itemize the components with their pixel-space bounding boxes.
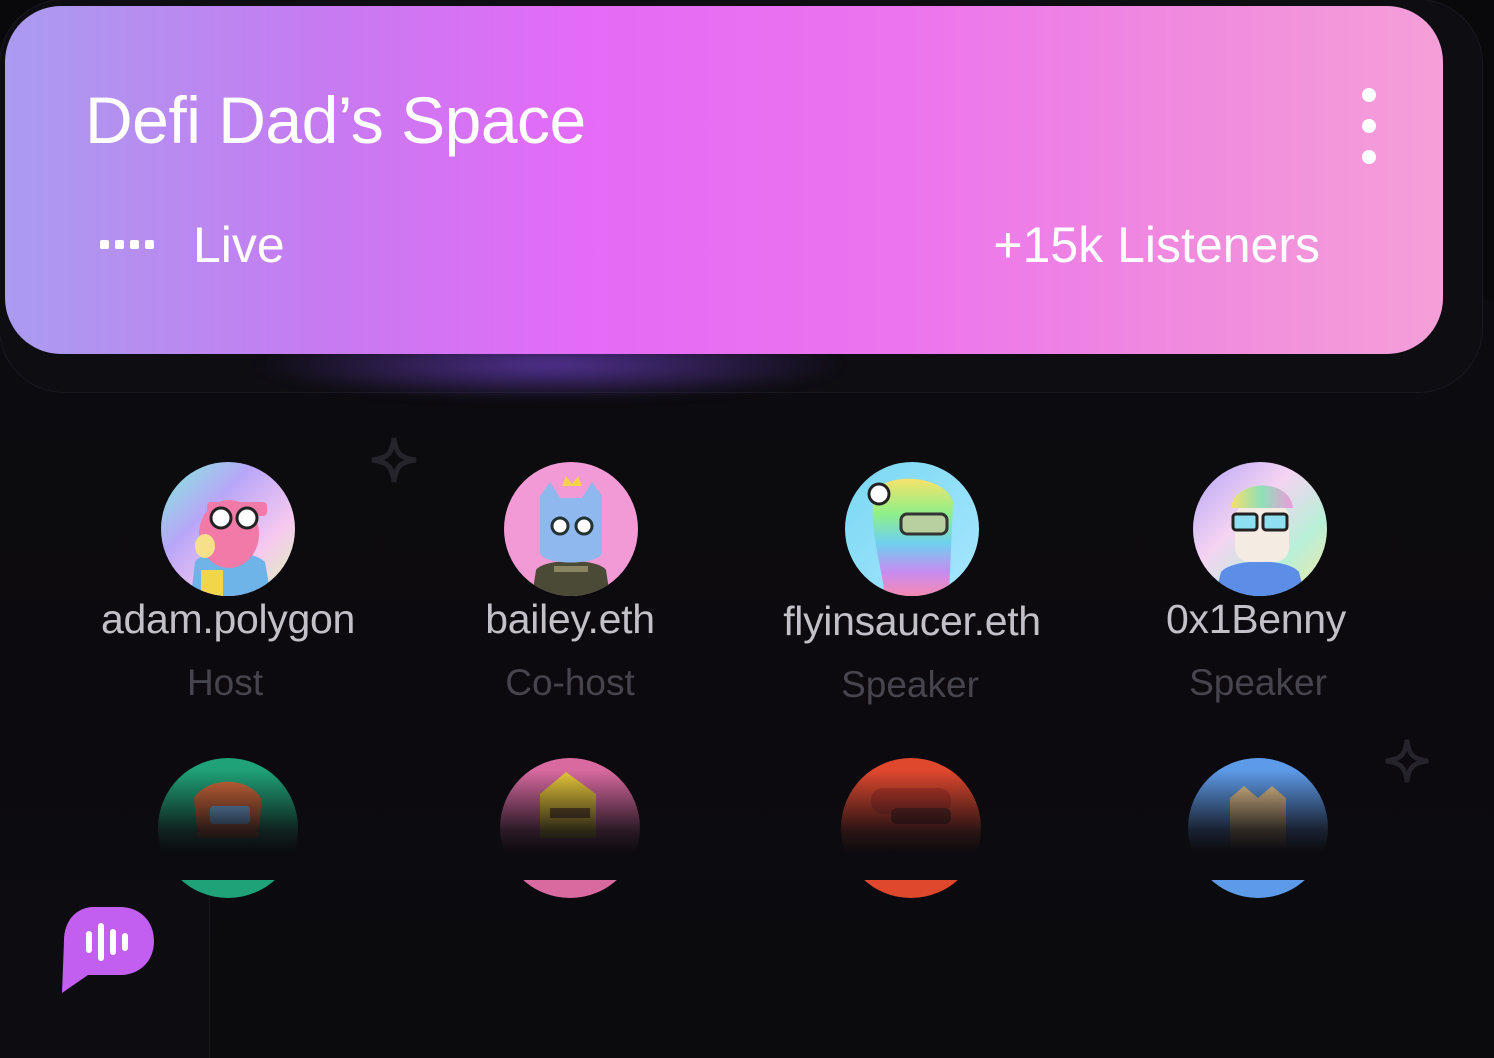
speaker-name: flyinsaucer.eth — [783, 598, 1041, 644]
avatar-flyinsaucer-eth[interactable] — [845, 462, 979, 596]
avatar-adam-polygon[interactable] — [161, 462, 295, 596]
speaker-role: Speaker — [1189, 662, 1327, 703]
avatar-0x1benny[interactable] — [1193, 462, 1327, 596]
space-card[interactable]: Defi Dad’s Space Live +15k Listeners — [5, 6, 1443, 354]
speaker-role: Co-host — [505, 662, 635, 703]
speaker-name: adam.polygon — [101, 596, 355, 642]
spaces-audio-bubble-icon[interactable] — [58, 905, 156, 995]
listener-count: +15k Listeners — [993, 217, 1320, 273]
spaces-widget: Defi Dad’s Space Live +15k Listeners ada… — [0, 0, 1494, 1058]
live-dots-icon — [100, 240, 154, 249]
list-fade — [0, 770, 1494, 880]
more-vertical-icon[interactable] — [1357, 88, 1381, 164]
speaker-role: Host — [186, 662, 264, 703]
space-title: Defi Dad’s Space — [85, 83, 586, 157]
live-status: Live — [193, 217, 285, 273]
speaker-role: Speaker — [841, 664, 979, 705]
sparkle-icon — [371, 437, 417, 483]
speaker-name: 0x1Benny — [1166, 596, 1346, 642]
avatar-bailey-eth[interactable] — [504, 462, 638, 596]
speaker-name: bailey.eth — [485, 596, 655, 642]
